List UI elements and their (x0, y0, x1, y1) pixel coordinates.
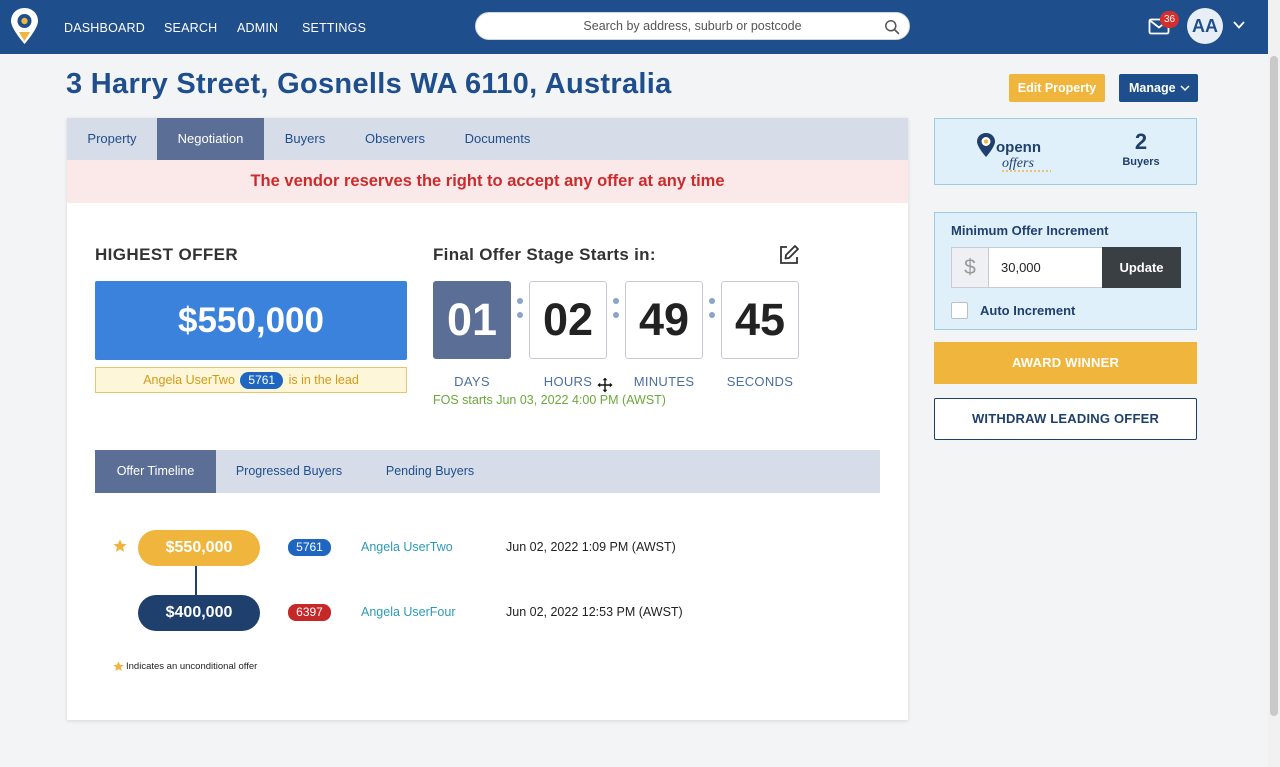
min-increment-card: Minimum Offer Increment $ Update Auto In… (934, 212, 1197, 330)
edit-property-button[interactable]: Edit Property (1009, 74, 1105, 102)
timer-separator (709, 298, 715, 328)
highest-offer-label: HIGHEST OFFER (95, 245, 239, 264)
update-button[interactable]: Update (1102, 247, 1181, 288)
countdown-days: 01 (433, 281, 511, 359)
openn-logo-icon[interactable] (10, 7, 39, 45)
timeline-connector (195, 566, 197, 595)
offer-sub-tabs: Offer Timeline Progressed Buyers Pending… (95, 450, 880, 493)
page-title: 3 Harry Street, Gosnells WA 6110, Austra… (66, 68, 672, 100)
auto-increment-label: Auto Increment (980, 303, 1076, 318)
offer-date: Jun 02, 2022 1:09 PM (AWST) (506, 540, 676, 554)
timer-separator (517, 298, 523, 328)
countdown-seconds: 45 (721, 281, 799, 359)
highest-offer-amount: $550,000 (95, 281, 407, 360)
unconditional-star-icon (113, 539, 127, 552)
min-increment-label: Minimum Offer Increment (951, 223, 1109, 238)
countdown-hours: 02 (529, 281, 607, 359)
negotiation-card: Property Negotiation Buyers Observers Do… (67, 118, 908, 720)
nav-settings[interactable]: SETTINGS (302, 21, 366, 35)
logo-text-openn: openn (996, 139, 1041, 156)
manage-label: Manage (1129, 81, 1176, 95)
chevron-down-icon[interactable] (1232, 19, 1246, 31)
nav-admin[interactable]: ADMIN (237, 21, 278, 35)
chevron-down-icon (1180, 85, 1190, 92)
auto-increment-checkbox[interactable] (951, 302, 968, 319)
final-offer-stage-label: Final Offer Stage Starts in: (433, 245, 656, 264)
tab-progressed-buyers[interactable]: Progressed Buyers (216, 450, 362, 493)
tab-buyers[interactable]: Buyers (264, 118, 346, 160)
increment-input[interactable] (988, 247, 1103, 288)
nav-search[interactable]: SEARCH (164, 21, 217, 35)
leader-id-badge: 5761 (240, 372, 284, 389)
offer-amount-pill: $550,000 (138, 530, 260, 566)
offer-date: Jun 02, 2022 12:53 PM (AWST) (506, 605, 683, 619)
withdraw-leading-offer-button[interactable]: WITHDRAW LEADING OFFER (934, 398, 1197, 440)
countdown-minutes: 49 (625, 281, 703, 359)
timer-separator (613, 298, 619, 328)
tab-offer-timeline[interactable]: Offer Timeline (95, 450, 216, 493)
tab-documents[interactable]: Documents (444, 118, 551, 160)
tab-negotiation[interactable]: Negotiation (157, 118, 264, 160)
move-cursor-icon (597, 377, 613, 393)
buyer-id-badge: 5761 (288, 539, 331, 556)
manage-dropdown-button[interactable]: Manage (1119, 74, 1198, 102)
property-tabs: Property Negotiation Buyers Observers Do… (67, 118, 908, 160)
buyer-id-badge: 6397 (288, 604, 331, 621)
buyers-count: 2 (1134, 129, 1148, 154)
legend-star-icon (113, 661, 124, 672)
search-input[interactable] (476, 13, 909, 39)
hours-unit-label: HOURS (543, 374, 593, 389)
tab-pending-buyers[interactable]: Pending Buyers (362, 450, 498, 493)
offer-amount-pill: $400,000 (138, 595, 260, 631)
nav-dashboard[interactable]: DASHBOARD (64, 21, 145, 35)
search-icon[interactable] (884, 19, 900, 35)
leader-info: Angela UserTwo 5761 is in the lead (95, 367, 407, 393)
fos-start-time: FOS starts Jun 03, 2022 4:00 PM (AWST) (433, 393, 666, 407)
scrollbar-thumb[interactable] (1270, 56, 1278, 716)
buyers-label: Buyers (1122, 156, 1160, 168)
vendor-notice-banner: The vendor reserves the right to accept … (67, 160, 908, 203)
lead-suffix: is in the lead (288, 373, 359, 387)
unconditional-legend: Indicates an unconditional offer (126, 661, 258, 672)
minutes-unit-label: MINUTES (633, 374, 695, 389)
edit-icon[interactable] (778, 244, 800, 266)
currency-addon: $ (951, 247, 989, 288)
award-winner-button[interactable]: AWARD WINNER (934, 342, 1197, 384)
notification-badge: 36 (1160, 11, 1179, 28)
buyer-link[interactable]: Angela UserTwo (361, 540, 453, 554)
tab-property[interactable]: Property (67, 118, 157, 160)
top-navbar: DASHBOARD SEARCH ADMIN SETTINGS 36 AA (0, 0, 1268, 54)
user-avatar[interactable]: AA (1187, 8, 1223, 44)
leader-name: Angela UserTwo (143, 373, 235, 387)
openn-offers-card: openn offers 2 Buyers (934, 118, 1197, 185)
buyer-link[interactable]: Angela UserFour (361, 605, 456, 619)
openn-offers-logo: openn offers (977, 133, 1051, 172)
days-unit-label: DAYS (454, 374, 490, 389)
tab-observers[interactable]: Observers (346, 118, 444, 160)
logo-text-offers: offers (1002, 156, 1034, 171)
search-bar (475, 12, 910, 40)
seconds-unit-label: SECONDS (726, 374, 794, 389)
